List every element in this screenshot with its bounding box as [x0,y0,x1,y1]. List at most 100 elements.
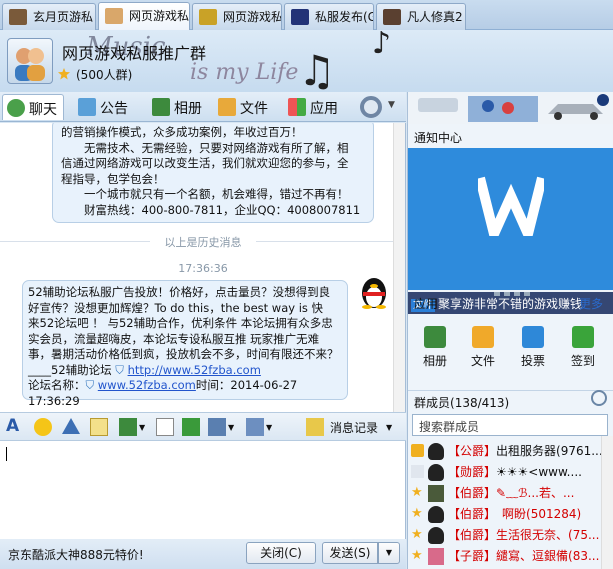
message-timestamp: 17:36:36 [178,262,228,275]
member-row[interactable]: ★ 【子爵】繾寫、逗銀備(83... [408,546,602,567]
emoji-icon[interactable] [34,418,52,436]
group-header: Music is my Life ♪ ♫ 网页游戏私服推广群 (500人群) [0,26,613,95]
member-row[interactable]: 【公爵】出租服务器(9761... [408,441,602,462]
checkin-icon [572,326,594,348]
group-member-count: (500人群) [76,68,133,82]
advertisement-banner[interactable] [407,92,613,124]
member-avatar [428,548,444,565]
star-icon: ★ [411,485,423,500]
app-album[interactable]: 相册 [412,326,458,369]
tab-files[interactable]: 文件 [214,94,274,120]
message-history-button[interactable]: 消息记录 [330,419,378,436]
group-name[interactable]: 网页游戏私服推广群 [62,40,206,64]
sender-avatar[interactable] [358,275,390,309]
chat-icon [7,99,25,117]
note-icon[interactable] [90,418,108,436]
more-apps-link[interactable]: 更多 [579,295,603,312]
shield-icon: ⛉ [115,362,124,377]
member-row[interactable]: ★ 【伯爵】生活很无奈、(75... [408,525,602,546]
chevron-down-icon[interactable]: ▼ [266,423,272,432]
star-icon: ★ [411,548,423,563]
group-avatar[interactable] [7,38,53,84]
vote-icon [522,326,544,348]
chevron-down-icon[interactable]: ▼ [228,423,234,432]
header-decoration-text-2: is my Life [190,60,299,85]
format-toolbar: A ▼ ▼ ▼ 消息记录 ▼ [0,412,406,441]
owner-icon [411,444,424,457]
group-avatar-icon [383,9,401,25]
close-button[interactable]: 关闭(C) [246,542,316,564]
member-avatar [428,443,444,460]
member-avatar [428,464,444,481]
boat-icon[interactable] [62,418,80,434]
tab-chat-3[interactable]: 网页游戏私 [192,3,282,30]
group-avatar-icon [199,9,217,25]
tab-chat-1[interactable]: 玄月页游私 [2,3,96,30]
forum-link[interactable]: http://www.52fzba.com [128,363,261,377]
tab-announcement[interactable]: 公告 [74,94,138,120]
tab-apps[interactable]: 应用 [284,94,344,120]
app-vote[interactable]: 投票 [510,326,556,369]
music-notes-icon: ♫ [298,46,336,95]
send-button[interactable]: 发送(S) [322,542,378,564]
tab-chat-4[interactable]: 私服发布(G [284,3,374,30]
member-search-input[interactable]: 搜索群成员 [412,414,608,436]
star-icon [58,68,70,80]
member-row[interactable]: 【勋爵】☀☀☀<www.... [408,462,602,483]
tab-album[interactable]: 相册 [148,94,208,120]
shield-icon: ⛉ [85,378,95,392]
members-scrollbar[interactable] [601,436,613,569]
remote-icon[interactable] [246,418,264,436]
chevron-down-icon[interactable]: ▼ [386,423,392,432]
send-file-icon[interactable] [182,418,200,436]
tab-chat-2-active[interactable]: 网页游戏私 [98,2,190,31]
admin-icon [411,465,424,478]
chevron-down-icon[interactable]: ▼ [139,423,145,432]
message-input[interactable] [0,441,406,539]
group-people-icon [105,8,123,24]
window-tab-bar: 玄月页游私 网页游戏私 网页游戏私 私服发布(G 凡人修真2 [0,0,613,31]
chat-scrollbar[interactable] [393,123,405,412]
member-avatar [428,485,444,502]
notice-center-title: 通知中心 [414,131,463,145]
bottom-ad-link[interactable]: 京东酷派大神888元特价! [8,546,144,563]
member-row[interactable]: ★ 【伯爵】✎﹏ℬ...若、... [408,483,602,504]
app-files[interactable]: 文件 [460,326,506,369]
member-avatar [428,527,444,544]
member-avatar [428,506,444,523]
screenshot-icon[interactable] [156,418,174,436]
forum-link-2[interactable]: www.52fzba.com [98,378,196,392]
car-ad-image [408,92,613,124]
text-cursor [6,447,7,461]
history-separator: 以上是历史消息 [0,234,405,250]
history-icon[interactable] [306,418,324,436]
right-panel: 通知中心 文件 聚享游非常不错的游戏赚钱 应用 更多 相册 文件 投票 签到 群成… [407,124,613,569]
members-title: 群成员(138/413) [408,390,613,412]
search-icon[interactable] [591,390,607,406]
chat-message-area[interactable]: 的营销操作模式，众多成功案例，年收过百万！ 无需技术、无需经验，只要对网络游戏有… [0,123,406,412]
font-icon[interactable]: A [6,416,24,436]
bottom-bar: 京东酷派大神888元特价! 关闭(C) 发送(S) ▼ [0,539,406,569]
wps-logo-icon [478,176,544,236]
music-note-icon: ♪ [372,26,392,61]
tab-chat[interactable]: 聊天 [2,94,64,120]
send-options-chevron-icon[interactable]: ▼ [378,542,400,564]
album-icon [424,326,446,348]
member-row[interactable]: ★ 【伯爵】 啊盼(501284) [408,504,602,525]
promo-banner[interactable]: 文件 聚享游非常不错的游戏赚钱 [408,148,613,314]
screen-share-icon[interactable] [208,418,226,436]
star-icon: ★ [411,506,423,521]
folder-icon [472,326,494,348]
message-bubble: 52辅助论坛私服广告投放！价格好，点击量员？没想得到良 好宣传？没想更加辉煌？T… [22,280,348,408]
star-icon: ★ [411,527,423,542]
group-toolbar: 聊天 公告 相册 文件 应用 ▼ [0,92,406,122]
group-avatar-icon [291,9,309,25]
apps-grid-icon [288,98,306,116]
megaphone-icon [78,98,96,116]
image-icon[interactable] [119,418,137,436]
settings-gear-icon[interactable] [360,96,382,118]
history-message-bubble: 的营销操作模式，众多成功案例，年收过百万！ 无需技术、无需经验，只要对网络游戏有… [52,123,374,223]
group-avatar-icon [9,9,27,25]
app-checkin[interactable]: 签到 [560,326,606,369]
chevron-down-icon[interactable]: ▼ [388,100,395,110]
